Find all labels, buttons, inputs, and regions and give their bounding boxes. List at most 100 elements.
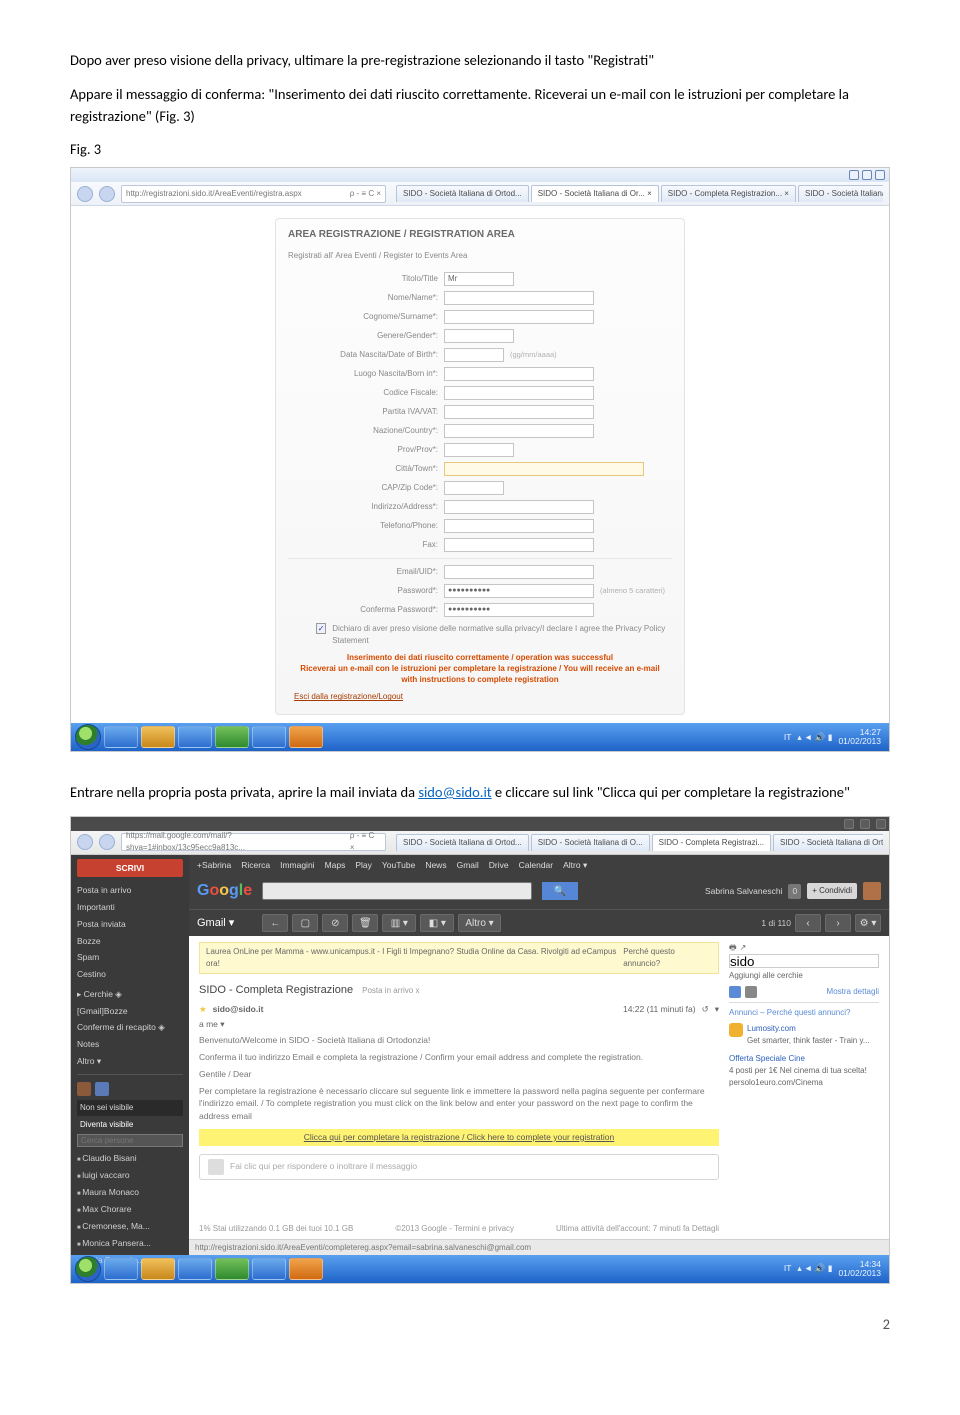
tray-lang[interactable]: IT <box>784 1262 792 1275</box>
input-address[interactable] <box>444 500 594 514</box>
forward-icon[interactable] <box>99 186 115 202</box>
input-born-in[interactable] <box>444 367 594 381</box>
taskbar-ie-icon[interactable] <box>104 1258 138 1280</box>
ad-title[interactable]: Offerta Speciale Cine <box>729 1053 879 1065</box>
presence-off[interactable]: Non sei visibile <box>77 1100 183 1116</box>
presence-on[interactable]: Diventa visibile <box>77 1118 183 1132</box>
gnav-item[interactable]: Maps <box>325 859 346 872</box>
close-icon[interactable] <box>875 170 885 180</box>
taskbar-word-icon[interactable] <box>252 726 286 748</box>
circles-header[interactable]: ▸ Cerchie ◈ <box>77 987 183 1002</box>
taskbar-word-icon[interactable] <box>252 1258 286 1280</box>
taskbar-explorer-icon[interactable] <box>141 1258 175 1280</box>
contact-item[interactable]: luigi vaccaro <box>77 1168 183 1183</box>
reply-box[interactable]: Fai clic qui per rispondere o inoltrare … <box>199 1154 719 1180</box>
labels-icon[interactable]: ◧ ▾ <box>420 914 454 932</box>
gnav-item[interactable]: +Sabrina <box>197 859 231 872</box>
minimize-icon[interactable] <box>844 819 854 829</box>
label-item[interactable]: [Gmail]Bozze <box>77 1004 183 1019</box>
contact-item[interactable]: Monica Pansera... <box>77 1236 183 1251</box>
input-city[interactable] <box>444 462 644 476</box>
select-gender[interactable] <box>444 329 514 343</box>
label-item[interactable]: Altro ▾ <box>77 1054 183 1069</box>
browser-tab[interactable]: SIDO - Società Italiana di Ortod... <box>396 185 529 202</box>
contact-item[interactable]: Cremonese, Ma... <box>77 1219 183 1234</box>
ad-why-link[interactable]: Perché questo annuncio? <box>623 946 712 970</box>
gnav-item[interactable]: Immagini <box>280 859 314 872</box>
show-details-link[interactable]: Mostra dettagli <box>827 986 879 998</box>
address-bar[interactable]: https://mail.google.com/mail/?shva=1#inb… <box>121 833 386 851</box>
input-vat[interactable] <box>444 405 594 419</box>
gnav-item[interactable]: Gmail <box>457 859 479 872</box>
avatar[interactable] <box>863 882 881 900</box>
search-people-input[interactable] <box>77 1134 183 1147</box>
back-icon[interactable] <box>77 834 93 850</box>
back-icon[interactable] <box>77 186 93 202</box>
gnav-item[interactable]: Drive <box>489 859 509 872</box>
minimize-icon[interactable] <box>849 170 859 180</box>
gnav-item[interactable]: YouTube <box>382 859 415 872</box>
folder-drafts[interactable]: Bozze <box>77 934 183 949</box>
checkbox-privacy[interactable]: ✓ <box>316 623 326 634</box>
contact-item[interactable]: Maura Monaco <box>77 1185 183 1200</box>
browser-tab[interactable]: SIDO - Società Italiana di Ortod... <box>798 185 883 202</box>
start-button[interactable] <box>75 1256 101 1282</box>
user-name[interactable]: Sabrina Salvaneschi <box>705 885 783 898</box>
tray-lang[interactable]: IT <box>784 731 792 744</box>
tray-clock[interactable]: 14:3401/02/2013 <box>838 1260 881 1278</box>
details-icon[interactable] <box>745 986 757 998</box>
taskbar-outlook-icon[interactable] <box>289 1258 323 1280</box>
ads-header[interactable]: Annunci – Perché questi annunci? <box>729 1007 879 1019</box>
browser-tab[interactable]: SIDO - Società Italiana di O... <box>531 834 650 851</box>
maximize-icon[interactable] <box>860 819 870 829</box>
to-line[interactable]: a me ▾ <box>199 1018 225 1031</box>
tray-clock[interactable]: 14:2701/02/2013 <box>838 728 881 746</box>
sido-email-link[interactable]: sido@sido.it <box>418 783 491 801</box>
input-password[interactable]: ●●●●●●●●●● <box>444 584 594 598</box>
input-email[interactable] <box>444 565 594 579</box>
spam-icon[interactable]: ⊘ <box>322 914 348 932</box>
search-button[interactable]: 🔍 <box>542 882 578 900</box>
add-to-circles-link[interactable]: Aggiungi alle cerchie <box>729 970 879 982</box>
input-fax[interactable] <box>444 538 594 552</box>
share-button[interactable]: + Condividi <box>807 883 857 899</box>
folder-spam[interactable]: Spam <box>77 950 183 965</box>
inbox-label[interactable]: Posta in arrivo x <box>362 986 419 995</box>
input-birthdate[interactable] <box>444 348 504 362</box>
select-country[interactable] <box>444 424 594 438</box>
taskbar-ie-icon[interactable] <box>104 726 138 748</box>
contact-item[interactable]: Max Chorare <box>77 1202 183 1217</box>
input-confirm-password[interactable]: ●●●●●●●●●● <box>444 603 594 617</box>
people-search-input[interactable] <box>729 954 879 968</box>
browser-tab[interactable]: SIDO - Società Italiana di Ortod... <box>396 834 529 851</box>
gnav-item[interactable]: News <box>425 859 446 872</box>
taskbar-outlook-icon[interactable] <box>289 726 323 748</box>
folder-important[interactable]: Importanti <box>77 900 183 915</box>
tray-icons[interactable]: ▴ ◄ 🔊 ▮ <box>797 731 832 744</box>
gnav-item[interactable]: Play <box>355 859 372 872</box>
logout-link[interactable]: Esci dalla registrazione/Logout <box>294 691 403 703</box>
browser-tab[interactable]: SIDO - Società Italiana di Orto... <box>773 834 883 851</box>
taskbar-app-icon[interactable] <box>178 1258 212 1280</box>
tray-icons[interactable]: ▴ ◄ 🔊 ▮ <box>797 1262 832 1275</box>
input-phone[interactable] <box>444 519 594 533</box>
reply-icon[interactable]: ↺ <box>702 1003 709 1016</box>
input-fiscal-code[interactable] <box>444 386 594 400</box>
move-to-icon[interactable]: ▥ ▾ <box>382 914 416 932</box>
notifications-badge[interactable]: 0 <box>788 884 801 899</box>
browser-tab[interactable]: SIDO - Completa Registrazi... <box>652 834 771 851</box>
input-name[interactable] <box>444 291 594 305</box>
maximize-icon[interactable] <box>862 170 872 180</box>
taskbar-excel-icon[interactable] <box>215 726 249 748</box>
gnav-item[interactable]: Altro ▾ <box>563 859 587 872</box>
delete-icon[interactable]: 🗑 <box>352 914 378 932</box>
input-surname[interactable] <box>444 310 594 324</box>
folder-trash[interactable]: Cestino <box>77 967 183 982</box>
select-title[interactable]: Mr <box>444 272 514 286</box>
gmail-dropdown[interactable]: Gmail ▾ <box>197 915 234 932</box>
mail-icon[interactable] <box>729 986 741 998</box>
search-input[interactable] <box>262 882 532 900</box>
forward-icon[interactable] <box>99 834 115 850</box>
label-item[interactable]: Notes <box>77 1037 183 1052</box>
back-to-inbox-icon[interactable]: ← <box>262 914 288 932</box>
